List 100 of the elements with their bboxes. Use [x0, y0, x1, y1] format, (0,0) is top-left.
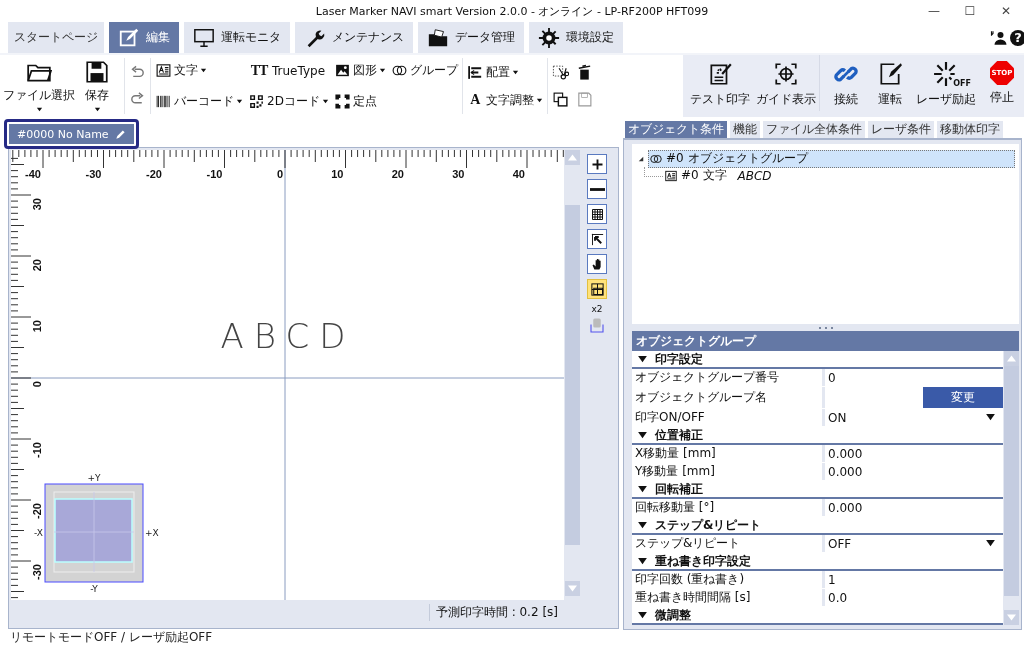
ribbon-button[interactable]: 図形 — [333, 60, 386, 81]
main-tab[interactable]: 編集 — [109, 22, 179, 53]
property-label: 印字ON/OFF — [632, 409, 822, 426]
ribbon-button[interactable]: 接続 — [824, 61, 868, 108]
panel-tab[interactable]: ファイル全体条件 — [763, 121, 865, 138]
grid-button[interactable] — [587, 204, 607, 224]
ribbon-button[interactable]: ガイド表示 — [753, 61, 819, 108]
ribbon-button[interactable]: 定点 — [333, 91, 386, 112]
section-header[interactable]: ステップ&リピート — [632, 517, 1003, 535]
property-value[interactable]: 0.000 — [825, 445, 1003, 462]
tree-item[interactable]: #0 文字 ABCD — [663, 166, 773, 185]
zoom-out-icon — [589, 187, 605, 191]
collapse-icon — [638, 611, 647, 619]
property-dropdown[interactable]: OFF — [825, 535, 1003, 552]
panel-tab[interactable]: 機能 — [730, 121, 760, 138]
property-label: オブジェクトグループ番号 — [632, 369, 822, 386]
design-canvas[interactable]: -40 -30 -20 -10 0 10 20 30 40 30 20 10 0 -10 -20 -30 ABCD +Y -Y -X +X — [11, 150, 564, 600]
grid-icon — [589, 206, 605, 222]
status-text: リモートモードOFF / レーザ励起OFF — [9, 629, 214, 646]
tree-item[interactable]: #0 オブジェクトグループ — [648, 149, 1015, 168]
property-label: X移動量 [mm] — [632, 445, 822, 462]
ribbon-button[interactable]: TT TrueType — [248, 60, 329, 81]
text-icon — [155, 62, 172, 80]
crosshair-grid-button[interactable] — [587, 279, 607, 299]
panel-tab[interactable]: レーザ条件 — [868, 121, 934, 138]
section-header[interactable]: 回転補正 — [632, 481, 1003, 499]
property-dropdown[interactable]: ON — [825, 409, 1003, 426]
section-header[interactable]: 位置補正 — [632, 427, 1003, 445]
ribbon-button[interactable]: バーコード — [155, 91, 243, 112]
property-value[interactable]: 0.0 — [825, 589, 1003, 606]
main-tab[interactable]: 環境設定 — [529, 22, 623, 53]
ribbon-button[interactable]: A 文字調整 — [466, 90, 543, 110]
panel-tab[interactable]: オブジェクト条件 — [625, 121, 727, 138]
main-tab[interactable]: データ管理 — [418, 22, 524, 53]
collapse-icon — [638, 521, 647, 529]
hand-button[interactable] — [587, 254, 607, 274]
ruler-label: -10 — [31, 442, 43, 458]
collapse-icon — [638, 355, 647, 363]
panel-header: オブジェクトグループ — [632, 331, 1019, 351]
ribbon-button[interactable]: 配置 — [466, 62, 519, 82]
ruler-label: -10 — [206, 168, 223, 180]
cut-icon[interactable] — [551, 64, 569, 81]
property-value[interactable]: 0.000 — [825, 499, 1003, 516]
copy-icon[interactable] — [551, 91, 569, 108]
section-header[interactable]: 印字設定 — [632, 351, 1003, 369]
collapse-icon — [638, 557, 647, 565]
crosshair-icon — [773, 61, 799, 87]
ribbon-button[interactable]: 文字 — [155, 60, 243, 81]
property-value[interactable]: 1 — [825, 571, 1003, 588]
save-icon — [84, 59, 110, 85]
monitor-icon — [193, 26, 215, 49]
off-label: OFF — [953, 80, 971, 88]
document-tab[interactable]: #0000 No Name — [9, 124, 134, 144]
ribbon-button[interactable]: グループ — [390, 60, 458, 81]
change-button[interactable]: 変更 — [923, 387, 1003, 408]
minimize-button[interactable]: — — [916, 4, 952, 18]
ribbon-button[interactable]: OFF レーザ励起 — [912, 61, 980, 108]
property-label: 回転移動量 [°] — [632, 499, 822, 516]
main-tab[interactable]: メンテナンス — [295, 22, 413, 53]
pencil-icon — [114, 128, 126, 140]
ruler-label: 0 — [276, 168, 283, 180]
section-header[interactable]: 微調整 — [632, 607, 1003, 625]
collapse-icon — [638, 431, 647, 439]
crosshair-grid-icon — [589, 281, 605, 297]
ribbon-button[interactable]: 保存 — [74, 59, 120, 113]
property-label: 重ね書き時間間隔 [s] — [632, 589, 822, 606]
help-icon[interactable]: ? — [1010, 29, 1024, 46]
ruler-label: -30 — [31, 564, 43, 580]
ruler-label: 30 — [31, 198, 43, 211]
align-icon — [466, 63, 484, 81]
main-tab[interactable]: スタートページ — [8, 22, 104, 53]
section-header[interactable]: 重ね書き印字設定 — [632, 553, 1003, 571]
property-value[interactable]: 0 — [825, 369, 1003, 386]
font-glyph-icon: A — [466, 92, 484, 108]
corner-arrow-button[interactable] — [587, 229, 607, 249]
window-title: Laser Marker NAVI smart Version 2.0.0 - オンライン - LP-RF200P HFT099 — [314, 3, 710, 19]
print-time-estimate: 予測印字時間 : 0.2 [s] — [428, 604, 558, 621]
ruler-label: -30 — [85, 168, 102, 180]
close-button[interactable]: ✕ — [988, 4, 1024, 18]
main-tab[interactable]: 運転モニタ — [184, 22, 290, 53]
ruler-label: 40 — [512, 168, 525, 180]
ribbon-button[interactable]: 2Dコード — [248, 91, 329, 112]
axis-label: -Y — [90, 584, 98, 594]
ruler-label: 10 — [31, 320, 43, 333]
property-label: オブジェクトグループ名 — [632, 387, 822, 408]
ruler-label: -20 — [31, 503, 43, 519]
collapse-icon — [638, 485, 647, 493]
property-value[interactable]: 0.000 — [825, 463, 1003, 480]
dropdown-icon — [986, 414, 995, 421]
ribbon-button[interactable]: ファイル選択 — [4, 59, 74, 113]
ribbon-button[interactable]: 運転 — [868, 61, 912, 108]
marking-text[interactable]: ABCD — [220, 316, 356, 356]
ruler-label: 0 — [31, 381, 43, 388]
ribbon-button[interactable]: テスト印字 — [687, 61, 753, 108]
user-icon[interactable] — [990, 28, 1008, 47]
zoom-out-button[interactable] — [587, 179, 607, 199]
maximize-button[interactable]: ☐ — [952, 4, 988, 18]
expand-icon[interactable] — [638, 155, 644, 162]
panel-tab[interactable]: 移動体印字 — [937, 121, 1003, 138]
zoom-in-button[interactable] — [587, 154, 607, 174]
